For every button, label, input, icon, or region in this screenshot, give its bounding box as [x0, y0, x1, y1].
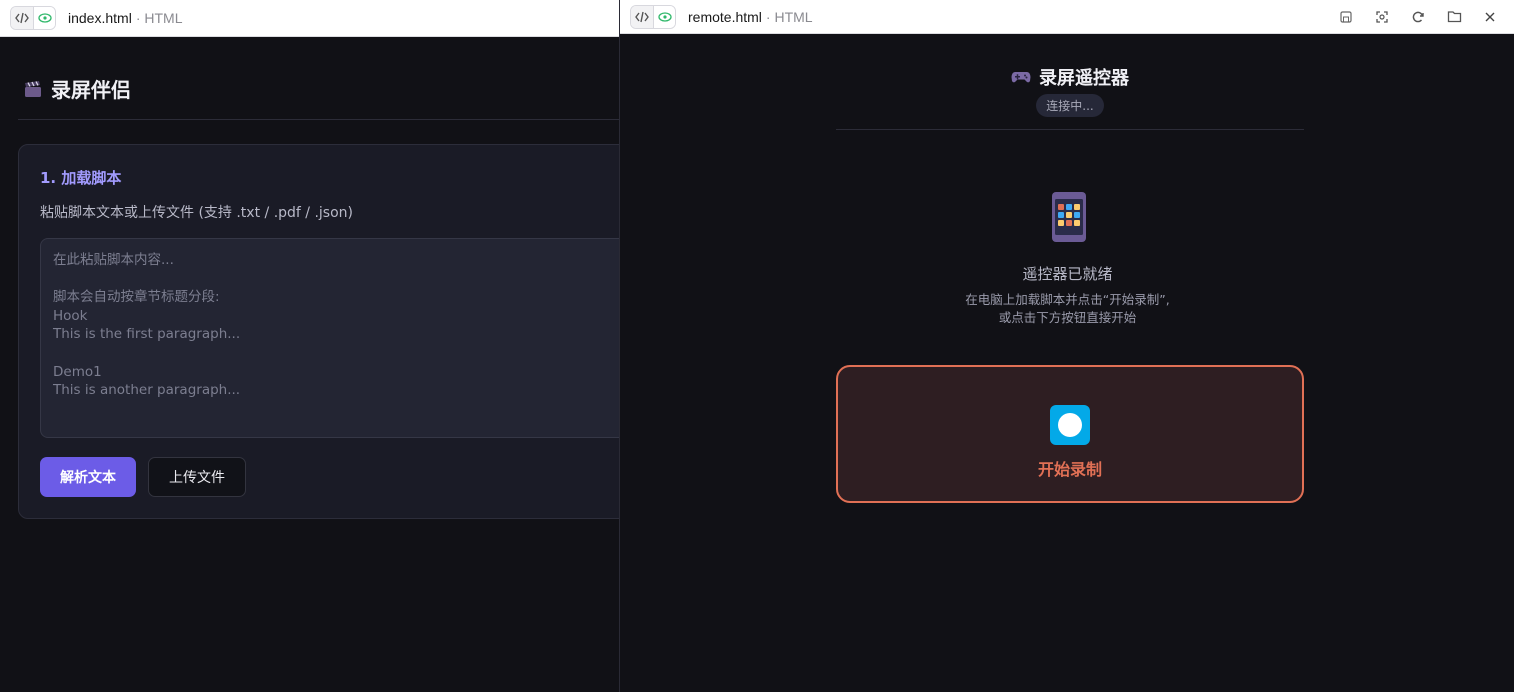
right-tab-bar: remote.html · HTML	[620, 0, 1514, 34]
ready-description-line: 在电脑上加载脚本并点击“开始录制”,	[965, 292, 1170, 307]
app-header: 录屏伴侣	[18, 58, 620, 120]
view-toggle[interactable]	[10, 6, 56, 30]
preview-eye-icon[interactable]	[653, 5, 675, 28]
code-view-icon[interactable]	[631, 5, 653, 28]
refresh-icon[interactable]	[1400, 2, 1436, 32]
left-preview-pane: index.html · HTML 录屏伴侣 1. 加载脚本 粘贴脚本文本或上传…	[0, 0, 620, 692]
record-dot	[1058, 413, 1082, 437]
tab-filetype: · HTML	[135, 10, 183, 26]
close-icon[interactable]	[1472, 2, 1508, 32]
script-input[interactable]: 在此粘贴脚本内容... 脚本会自动按章节标题分段: Hook This is t…	[40, 238, 620, 438]
record-icon	[1050, 405, 1090, 445]
screenshot-icon[interactable]	[1364, 2, 1400, 32]
ready-description: 在电脑上加载脚本并点击“开始录制”, 或点击下方按钮直接开始	[620, 291, 1514, 327]
folder-icon[interactable]	[1436, 2, 1472, 32]
tab-filetype: · HTML	[765, 8, 813, 25]
page-title: 录屏伴侣	[51, 78, 131, 102]
code-view-icon[interactable]	[11, 7, 33, 29]
upload-file-button[interactable]: 上传文件	[148, 457, 246, 497]
tab-filename: remote.html	[688, 8, 762, 25]
tab-actions	[1328, 2, 1508, 32]
gamepad-icon	[1011, 72, 1031, 83]
section-description: 粘贴脚本文本或上传文件 (支持 .txt / .pdf / .json)	[40, 205, 353, 221]
start-recording-label: 开始录制	[1037, 460, 1102, 479]
remote-title: 录屏遥控器	[1039, 68, 1129, 89]
remote-header: 录屏遥控器 连接中...	[836, 34, 1304, 130]
ready-description-line: 或点击下方按钮直接开始	[998, 310, 1137, 325]
remote-device-icon	[1052, 192, 1086, 242]
clapperboard-icon	[25, 80, 41, 97]
connection-status-badge: 连接中...	[1036, 94, 1104, 117]
remote-title-row: 录屏遥控器	[836, 64, 1304, 90]
save-icon[interactable]	[1328, 2, 1364, 32]
preview-eye-icon[interactable]	[33, 7, 55, 29]
tab-filename: index.html	[68, 10, 132, 26]
section-title: 1. 加载脚本	[40, 169, 122, 187]
right-preview-pane: remote.html · HTML 录屏遥控器 连接中... 遥控器已就绪 在…	[619, 0, 1514, 692]
load-script-card: 1. 加载脚本 粘贴脚本文本或上传文件 (支持 .txt / .pdf / .j…	[18, 144, 620, 519]
left-tab-bar: index.html · HTML	[0, 0, 620, 37]
view-toggle[interactable]	[630, 4, 676, 29]
start-recording-button[interactable]: 开始录制	[836, 365, 1304, 503]
parse-text-button[interactable]: 解析文本	[40, 457, 136, 497]
ready-title: 遥控器已就绪	[1022, 265, 1113, 283]
